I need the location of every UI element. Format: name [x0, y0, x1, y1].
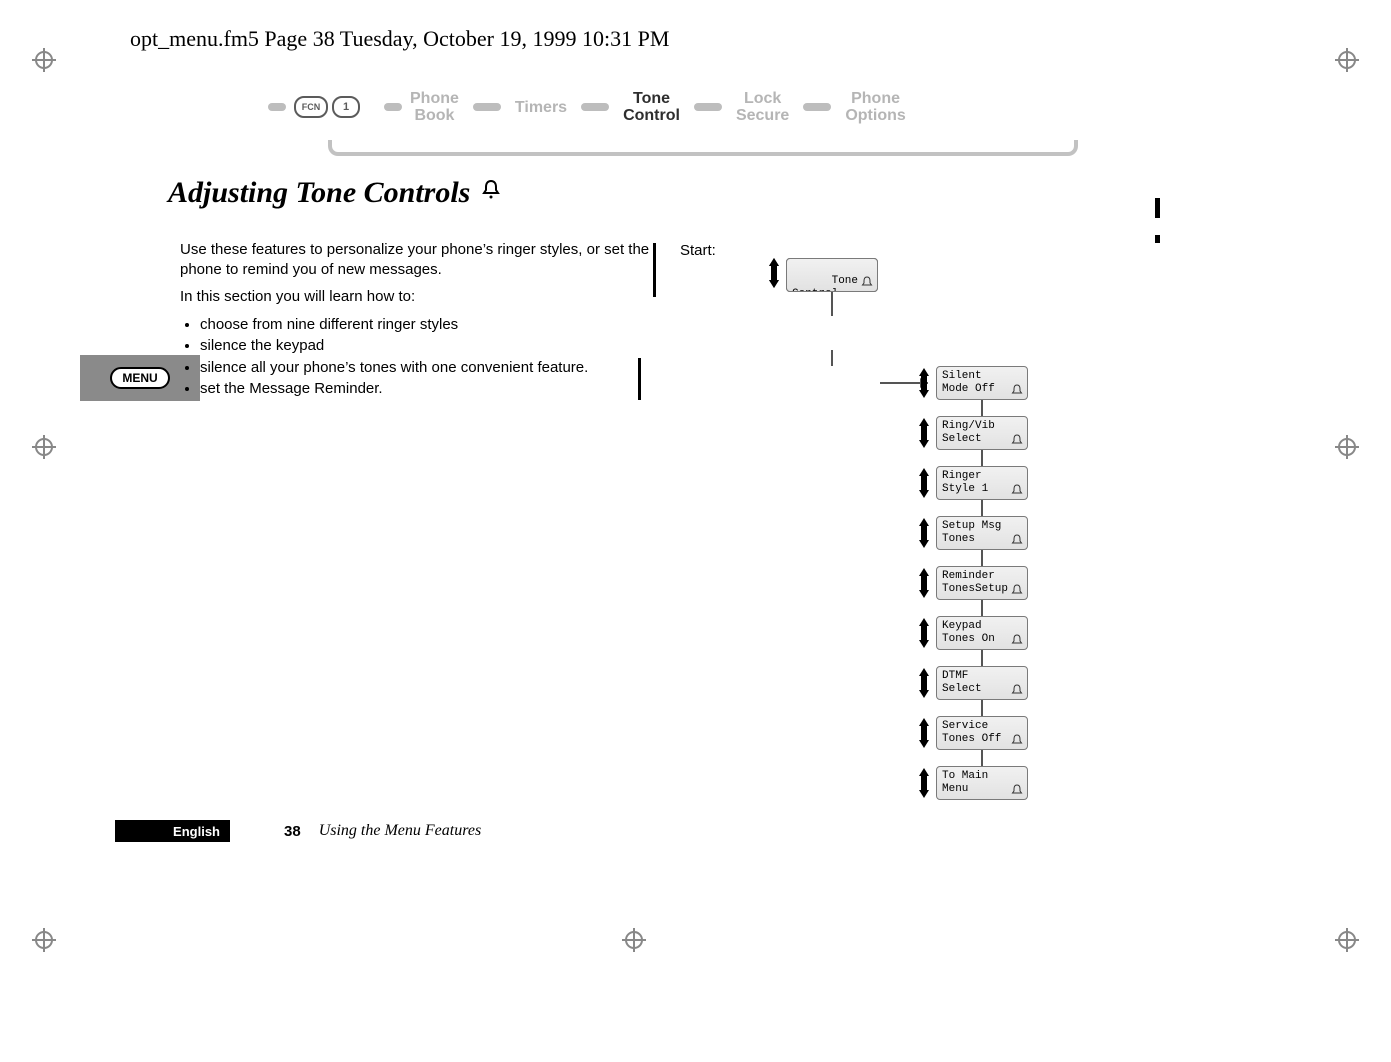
- bell-icon: [1011, 584, 1023, 596]
- nav-connector: [268, 103, 286, 111]
- scroll-icon: [918, 418, 930, 448]
- scroll-icon: [918, 468, 930, 498]
- nav-item-lock-secure: Lock Secure: [736, 90, 789, 124]
- crop-mark-icon: [32, 435, 56, 459]
- tree-node: Keypad Tones On: [936, 616, 1028, 650]
- tree-node: DTMF Select: [936, 666, 1028, 700]
- bell-icon: [861, 276, 873, 288]
- tree-node: Setup Msg Tones: [936, 516, 1028, 550]
- bell-icon: [1011, 734, 1023, 746]
- tree-node: Ring/Vib Select: [936, 416, 1028, 450]
- node-label: Service Tones Off: [942, 720, 1001, 745]
- list-item: set the Message Reminder.: [200, 379, 650, 399]
- list-item: silence the keypad: [200, 336, 650, 356]
- menu-nav-strip: FCN 1 Phone Book Timers Tone Control Loc…: [268, 90, 1078, 160]
- crop-mark-icon: [622, 928, 646, 952]
- bell-icon: [480, 179, 502, 199]
- heading-text: Adjusting Tone Controls: [168, 176, 470, 210]
- change-bar: [1155, 235, 1160, 243]
- bell-icon: [1011, 684, 1023, 696]
- scroll-icon: [768, 258, 780, 288]
- nav-connector: [473, 103, 501, 111]
- crop-mark-icon: [32, 928, 56, 952]
- node-label: Reminder TonesSetup: [942, 570, 1008, 595]
- bell-icon: [1011, 384, 1023, 396]
- scroll-icon: [918, 618, 930, 648]
- nav-item-tone-control: Tone Control: [623, 90, 680, 124]
- page-footer: English 38 Using the Menu Features: [115, 820, 481, 842]
- change-bar: [653, 243, 656, 297]
- footer-page-number: 38: [284, 823, 301, 840]
- running-header: opt_menu.fm5 Page 38 Tuesday, October 19…: [130, 26, 669, 52]
- crop-mark-icon: [32, 48, 56, 72]
- nav-item-phone-book: Phone Book: [410, 90, 459, 124]
- bullet-list: choose from nine different ringer styles…: [180, 315, 650, 399]
- bell-icon: [1011, 534, 1023, 546]
- change-bar: [638, 358, 641, 400]
- nav-connector: [803, 103, 831, 111]
- intro-paragraph: Use these features to personalize your p…: [180, 240, 650, 279]
- nav-item-phone-options: Phone Options: [845, 90, 905, 124]
- nav-connector: [694, 103, 722, 111]
- scroll-icon: [918, 718, 930, 748]
- bell-icon: [1011, 434, 1023, 446]
- section-heading: Adjusting Tone Controls: [168, 176, 502, 210]
- bell-icon: [1011, 634, 1023, 646]
- node-label: To Main Menu: [942, 770, 988, 795]
- scroll-icon: [918, 668, 930, 698]
- scroll-icon: [918, 518, 930, 548]
- node-label: Tone Control: [792, 275, 858, 292]
- tree-node: Reminder TonesSetup: [936, 566, 1028, 600]
- tree-node-tone-control: Tone Control: [786, 258, 878, 292]
- list-item: silence all your phone’s tones with one …: [200, 358, 650, 378]
- tree-node: Ringer Style 1: [936, 466, 1028, 500]
- change-bar: [1155, 198, 1160, 218]
- crop-mark-icon: [1335, 435, 1359, 459]
- nav-connector: [384, 103, 402, 111]
- crop-mark-icon: [1335, 928, 1359, 952]
- nav-item-timers: Timers: [515, 99, 567, 116]
- scroll-icon: [918, 768, 930, 798]
- side-tab-label: MENU: [110, 367, 169, 389]
- node-label: Setup Msg Tones: [942, 520, 1001, 545]
- scroll-icon: [918, 368, 930, 398]
- fcn-key-icon: FCN: [294, 96, 328, 118]
- crop-mark-icon: [1335, 48, 1359, 72]
- bell-icon: [1011, 484, 1023, 496]
- node-label: Ringer Style 1: [942, 470, 988, 495]
- nav-items: FCN 1 Phone Book Timers Tone Control Loc…: [268, 90, 1078, 124]
- nav-rail: [328, 140, 1078, 156]
- footer-language: English: [115, 820, 230, 842]
- bell-icon: [1011, 784, 1023, 796]
- nav-connector: [581, 103, 609, 111]
- node-label: Silent Mode Off: [942, 370, 995, 395]
- node-label: Keypad Tones On: [942, 620, 995, 645]
- start-label: Start:: [680, 242, 716, 259]
- intro-paragraph-2: In this section you will learn how to:: [180, 287, 650, 307]
- scroll-icon: [918, 568, 930, 598]
- tree-node: Service Tones Off: [936, 716, 1028, 750]
- node-label: DTMF Select: [942, 670, 982, 695]
- one-key-icon: 1: [332, 96, 360, 118]
- node-label: Ring/Vib Select: [942, 420, 995, 445]
- list-item: choose from nine different ringer styles: [200, 315, 650, 335]
- footer-section-title: Using the Menu Features: [319, 822, 481, 840]
- tree-node: Silent Mode Off: [936, 366, 1028, 400]
- page-container: opt_menu.fm5 Page 38 Tuesday, October 19…: [0, 0, 1391, 1062]
- tree-node: To Main Menu: [936, 766, 1028, 800]
- body-text: Use these features to personalize your p…: [180, 240, 650, 401]
